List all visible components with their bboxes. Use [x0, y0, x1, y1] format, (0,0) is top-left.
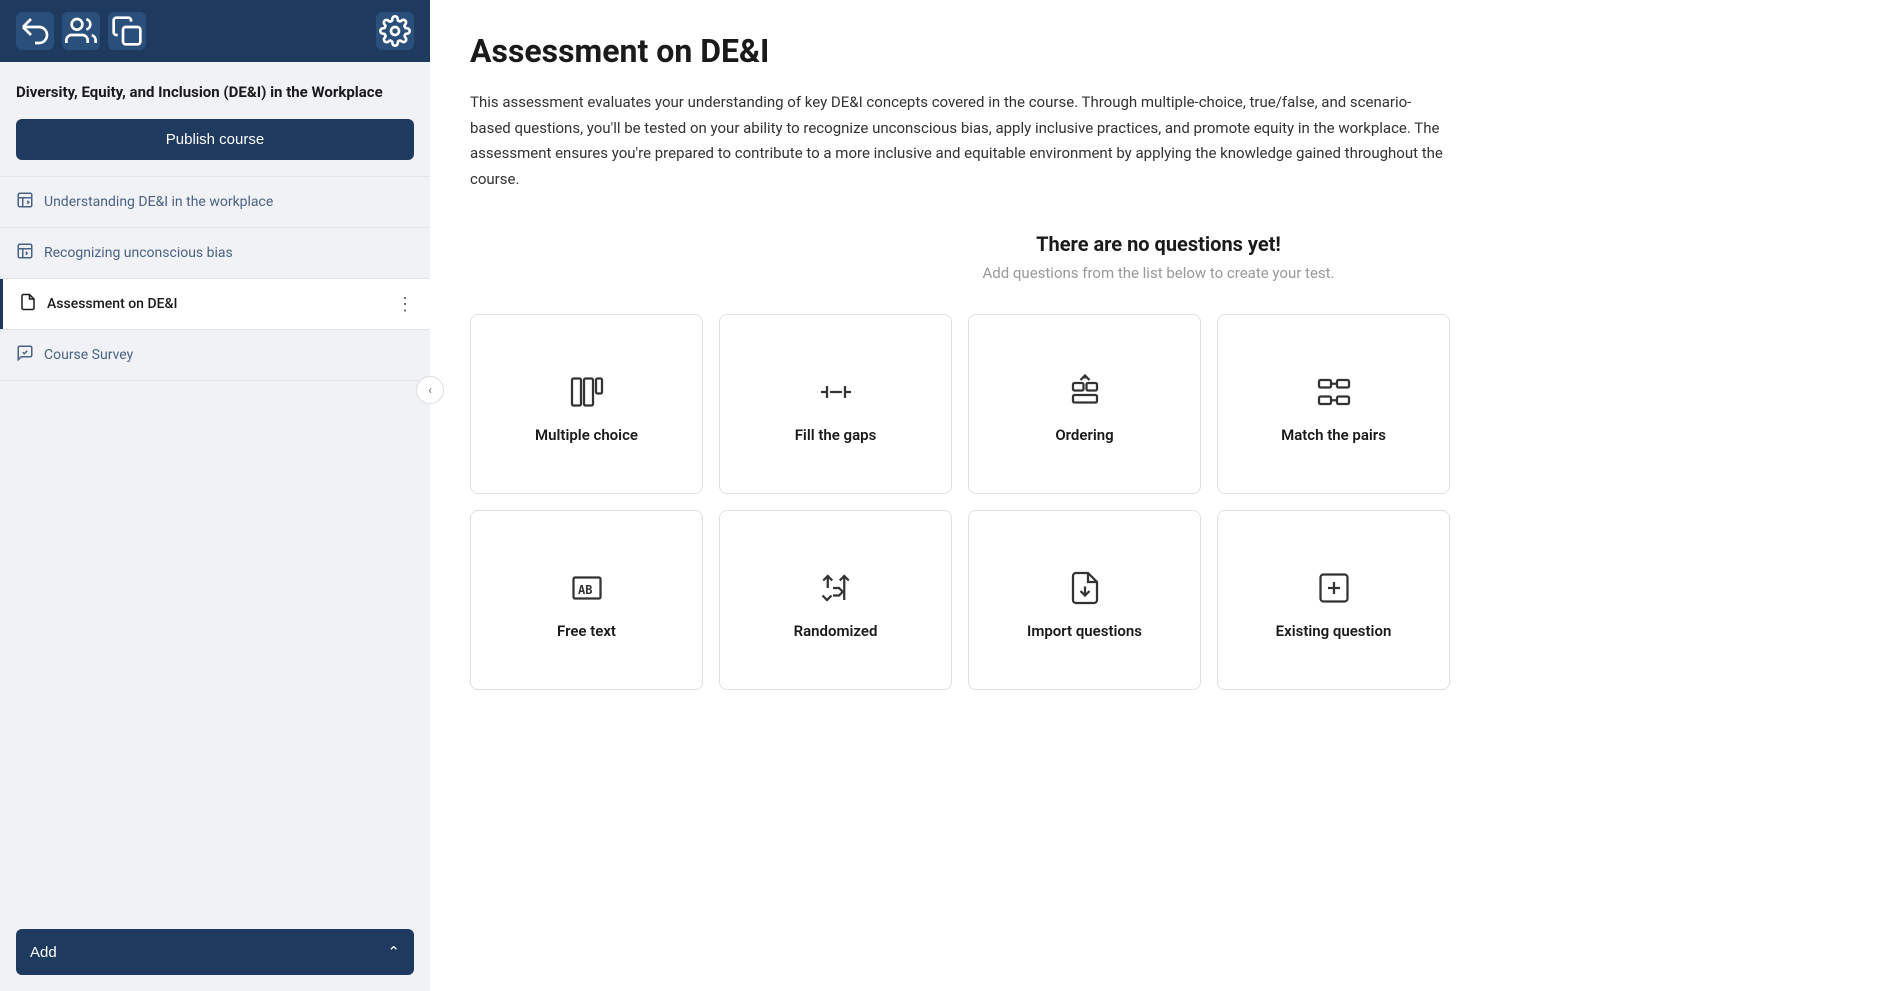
- match-the-pairs-label: Match the pairs: [1281, 426, 1386, 444]
- existing-question-label: Existing question: [1276, 622, 1392, 640]
- sidebar-header: [0, 0, 430, 62]
- question-type-randomized[interactable]: Randomized: [719, 510, 952, 690]
- nav-item-label-survey: Course Survey: [44, 347, 133, 363]
- header-icons: [16, 12, 146, 50]
- settings-button[interactable]: [376, 12, 414, 50]
- multiple-choice-label: Multiple choice: [535, 426, 638, 444]
- document-icon: [19, 293, 37, 315]
- nav-item-label-assessment: Assessment on DE&I: [47, 296, 177, 312]
- randomized-label: Randomized: [794, 622, 878, 640]
- question-type-ordering[interactable]: Ordering: [968, 314, 1201, 494]
- fill-the-gaps-icon: [818, 374, 854, 410]
- sidebar-item-understanding[interactable]: Understanding DE&I in the workplace: [0, 177, 430, 227]
- sidebar-item-survey[interactable]: Course Survey: [0, 330, 430, 380]
- nav-item-label-understanding: Understanding DE&I in the workplace: [44, 194, 273, 210]
- share-button[interactable]: [16, 12, 54, 50]
- publish-course-button[interactable]: Publish course: [16, 119, 414, 160]
- ordering-label: Ordering: [1055, 426, 1113, 444]
- nav-item-label-recognizing: Recognizing unconscious bias: [44, 245, 233, 261]
- sidebar: Diversity, Equity, and Inclusion (DE&I) …: [0, 0, 430, 991]
- fill-the-gaps-label: Fill the gaps: [795, 426, 877, 444]
- add-button[interactable]: Add ⌃: [16, 929, 414, 975]
- users-button[interactable]: [62, 12, 100, 50]
- no-questions-title: There are no questions yet!: [470, 232, 1847, 256]
- page-description: This assessment evaluates your understan…: [470, 90, 1450, 192]
- no-questions-section: There are no questions yet! Add question…: [470, 232, 1847, 282]
- sidebar-item-recognizing[interactable]: Recognizing unconscious bias: [0, 228, 430, 278]
- course-title: Diversity, Equity, and Inclusion (DE&I) …: [0, 62, 430, 119]
- question-type-multiple-choice[interactable]: Multiple choice: [470, 314, 703, 494]
- import-questions-label: Import questions: [1027, 622, 1142, 640]
- sidebar-content: Diversity, Equity, and Inclusion (DE&I) …: [0, 62, 430, 991]
- free-text-icon: AB: [569, 570, 605, 606]
- chart-edit-icon-2: [16, 242, 34, 264]
- chart-edit-icon-1: [16, 191, 34, 213]
- page-title: Assessment on DE&I: [470, 32, 1847, 70]
- copy-button[interactable]: [108, 12, 146, 50]
- ordering-icon: [1067, 374, 1103, 410]
- nav-divider-4: [0, 380, 430, 381]
- chevron-up-icon: ⌃: [387, 943, 400, 961]
- sidebar-footer: Add ⌃: [0, 913, 430, 991]
- no-questions-subtitle: Add questions from the list below to cre…: [470, 264, 1847, 282]
- more-options-icon[interactable]: ⋮: [396, 294, 414, 315]
- question-type-existing-question[interactable]: Existing question: [1217, 510, 1450, 690]
- chat-check-icon: [16, 344, 34, 366]
- collapse-sidebar-button[interactable]: ‹: [416, 376, 444, 404]
- import-questions-icon: [1067, 570, 1103, 606]
- free-text-label: Free text: [557, 622, 616, 640]
- question-type-match-the-pairs[interactable]: Match the pairs: [1217, 314, 1450, 494]
- question-type-fill-the-gaps[interactable]: Fill the gaps: [719, 314, 952, 494]
- match-the-pairs-icon: [1316, 374, 1352, 410]
- existing-question-icon: [1316, 570, 1352, 606]
- question-types-grid: Multiple choice Fill the gaps: [470, 314, 1450, 690]
- randomized-icon: [818, 570, 854, 606]
- nav-items: Understanding DE&I in the workplace Reco…: [0, 176, 430, 545]
- question-type-import-questions[interactable]: Import questions: [968, 510, 1201, 690]
- main-content: Assessment on DE&I This assessment evalu…: [430, 0, 1887, 991]
- question-type-free-text[interactable]: AB Free text: [470, 510, 703, 690]
- add-button-label: Add: [30, 944, 57, 961]
- sidebar-item-assessment[interactable]: Assessment on DE&I ⋮: [0, 279, 430, 329]
- multiple-choice-icon: [569, 374, 605, 410]
- svg-text:AB: AB: [578, 583, 592, 597]
